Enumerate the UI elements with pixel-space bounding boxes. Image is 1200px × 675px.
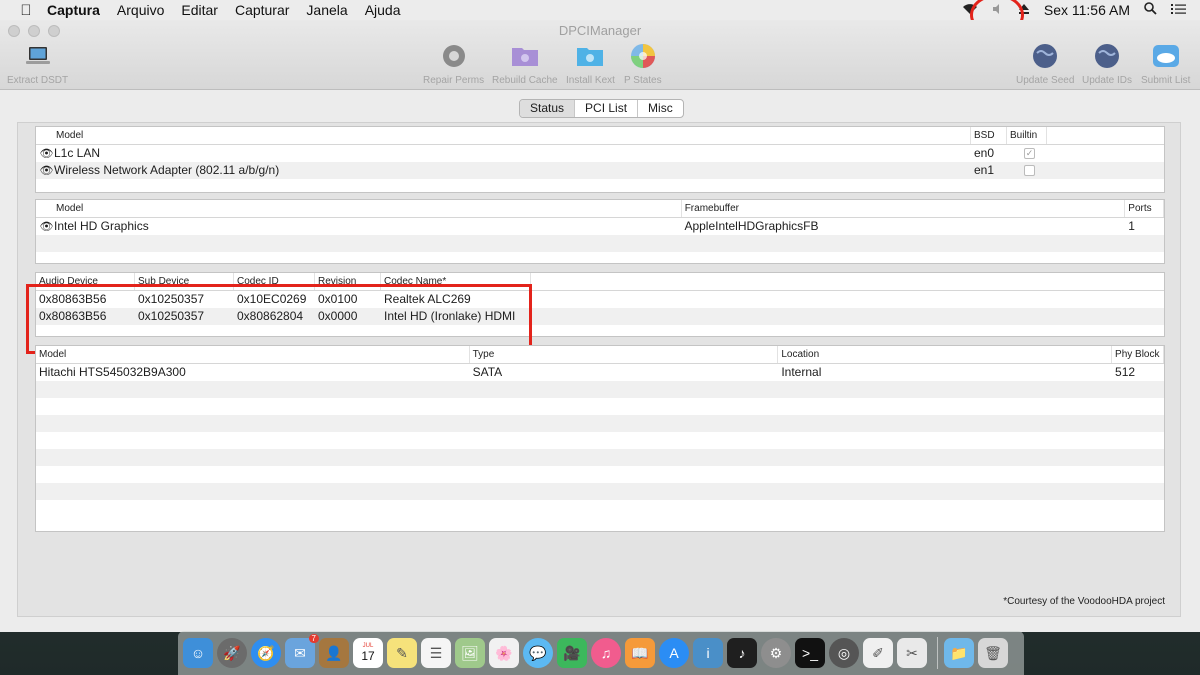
column-header[interactable]: Framebuffer bbox=[682, 200, 1126, 217]
ibooks-icon[interactable]: 📖 bbox=[625, 638, 655, 668]
reminders-icon[interactable]: ☰ bbox=[421, 638, 451, 668]
builtin-checkbox[interactable]: ✓ bbox=[1024, 148, 1035, 160]
kext-folder-icon bbox=[576, 42, 604, 70]
tab-status[interactable]: Status bbox=[520, 100, 576, 117]
column-header[interactable]: Location bbox=[778, 346, 1113, 363]
menu-ajuda[interactable]: Ajuda bbox=[365, 2, 401, 18]
install-kext-button[interactable]: Install Kext bbox=[566, 42, 615, 86]
menu-app[interactable]: Captura bbox=[47, 2, 100, 18]
column-header[interactable]: BSD bbox=[971, 127, 1007, 144]
terminal-icon[interactable]: >_ bbox=[795, 638, 825, 668]
menu-editar[interactable]: Editar bbox=[181, 2, 218, 18]
disk-utility-icon[interactable]: ◎ bbox=[829, 638, 859, 668]
network-utility-icon[interactable]: i bbox=[693, 638, 723, 668]
menu-capturar[interactable]: Capturar bbox=[235, 2, 289, 18]
messages-icon[interactable]: 💬 bbox=[523, 638, 553, 668]
tab-misc[interactable]: Misc bbox=[638, 100, 683, 117]
safari-icon[interactable]: 🧭 bbox=[251, 638, 281, 668]
notification-list-icon[interactable] bbox=[1171, 2, 1186, 18]
app-store-icon[interactable]: A bbox=[659, 638, 689, 668]
dpcimanager-window: DPCIManager Extract DSDT Repair Perms Re… bbox=[0, 20, 1200, 632]
column-header[interactable]: Phy Block bbox=[1112, 346, 1164, 363]
audio-highlight-annotation bbox=[26, 284, 532, 354]
column-header[interactable]: Type bbox=[470, 346, 779, 363]
table-row[interactable]: 👁Intel HD Graphics AppleIntelHDGraphicsF… bbox=[36, 218, 1164, 235]
folder-icon bbox=[511, 42, 539, 70]
calendar-icon[interactable]: JUL 17 bbox=[353, 638, 383, 668]
piano-icon[interactable]: ♪ bbox=[727, 638, 757, 668]
footnote: *Courtesy of the VoodooHDA project bbox=[1003, 596, 1165, 607]
cloud-icon bbox=[1152, 42, 1180, 70]
facetime-icon[interactable]: 🎥 bbox=[557, 638, 587, 668]
menu-arquivo[interactable]: Arquivo bbox=[117, 2, 164, 18]
table-row[interactable]: 👁Wireless Network Adapter (802.11 a/b/g/… bbox=[36, 162, 1164, 179]
dock-separator bbox=[937, 637, 938, 669]
column-header[interactable]: Model bbox=[36, 200, 682, 217]
network-table: Model BSD Builtin 👁L1c LAN en0 ✓ 👁Wirele… bbox=[35, 126, 1165, 193]
submit-list-button[interactable]: Submit List bbox=[1141, 42, 1190, 86]
window-title: DPCIManager bbox=[558, 23, 642, 38]
color-wheel-icon bbox=[629, 42, 657, 70]
tab-bar: Status PCI List Misc bbox=[519, 99, 684, 118]
table-row[interactable]: 👁L1c LAN en0 ✓ bbox=[36, 145, 1164, 162]
gear-icon bbox=[440, 42, 468, 70]
menu-janela[interactable]: Janela bbox=[306, 2, 347, 18]
toolbar: DPCIManager Extract DSDT Repair Perms Re… bbox=[0, 20, 1200, 90]
table-row[interactable]: Hitachi HTS545032B9A300 SATA Internal 51… bbox=[36, 364, 1164, 381]
system-preferences-icon[interactable]: ⚙ bbox=[761, 638, 791, 668]
contacts-icon[interactable]: 👤 bbox=[319, 638, 349, 668]
dock: ☺ 🚀 🧭 ✉ 7 👤 JUL 17 ✎ ☰ 🖼 🌸 💬 🎥 ♫ 📖 A i ♪ ⚙… bbox=[178, 631, 1024, 675]
textedit-icon[interactable]: ✐ bbox=[863, 638, 893, 668]
column-header[interactable]: Model bbox=[36, 346, 470, 363]
repair-perms-button[interactable]: Repair Perms bbox=[423, 42, 484, 86]
notes-icon[interactable]: ✎ bbox=[387, 638, 417, 668]
photos-icon[interactable]: 🌸 bbox=[489, 638, 519, 668]
column-header[interactable]: Builtin bbox=[1007, 127, 1047, 144]
p-states-button[interactable]: P States bbox=[624, 42, 662, 86]
eye-icon[interactable]: 👁 bbox=[39, 146, 54, 162]
search-icon[interactable] bbox=[1144, 2, 1157, 18]
trash-icon[interactable]: 🗑 bbox=[978, 638, 1008, 668]
globe-icon bbox=[1093, 42, 1121, 70]
rebuild-cache-button[interactable]: Rebuild Cache bbox=[492, 42, 558, 86]
eye-icon[interactable]: 👁 bbox=[39, 219, 54, 235]
mail-badge: 7 bbox=[308, 634, 319, 643]
globe-icon bbox=[1031, 42, 1059, 70]
launchpad-icon[interactable]: 🚀 bbox=[217, 638, 247, 668]
downloads-folder-icon[interactable]: 📁 bbox=[944, 638, 974, 668]
clock[interactable]: Sex 11:56 AM bbox=[1044, 2, 1130, 18]
disk-table: Model Type Location Phy Block Hitachi HT… bbox=[35, 345, 1165, 532]
tab-pci-list[interactable]: PCI List bbox=[575, 100, 639, 117]
laptop-icon bbox=[24, 42, 52, 70]
graphics-table: Model Framebuffer Ports 👁Intel HD Graphi… bbox=[35, 199, 1165, 264]
extract-dsdt-button[interactable]: Extract DSDT bbox=[7, 42, 68, 86]
builtin-checkbox[interactable] bbox=[1024, 165, 1035, 177]
mail-icon[interactable]: ✉ 7 bbox=[285, 634, 319, 668]
column-header[interactable]: Ports bbox=[1125, 200, 1164, 217]
update-ids-button[interactable]: Update IDs bbox=[1082, 42, 1132, 86]
apple-icon[interactable]:  bbox=[17, 2, 35, 19]
eye-icon[interactable]: 👁 bbox=[39, 163, 54, 179]
screenshot-icon[interactable]: ✂ bbox=[897, 638, 927, 668]
column-header[interactable]: Model bbox=[36, 127, 971, 144]
itunes-icon[interactable]: ♫ bbox=[591, 638, 621, 668]
update-seed-button[interactable]: Update Seed bbox=[1016, 42, 1074, 86]
finder-icon[interactable]: ☺ bbox=[183, 638, 213, 668]
preview-icon[interactable]: 🖼 bbox=[455, 638, 485, 668]
